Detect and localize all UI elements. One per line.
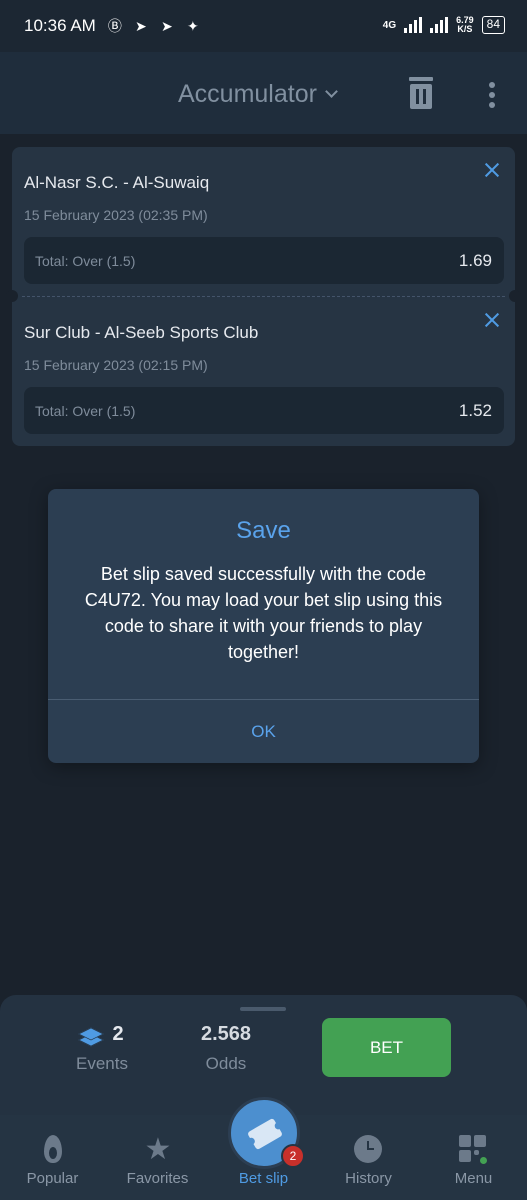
twitter-icon: ✦ [186,18,199,34]
speed-unit: K/S [457,24,473,34]
signal-icon [430,17,449,33]
layers-icon [78,1025,105,1046]
signal-icon [404,17,423,33]
notification-icons: Ⓑ ➤ ➤ ✦ [106,17,202,35]
market-name: Total: Over (1.5) [35,253,136,269]
events-summary: 2 Events [70,1023,134,1074]
bet-type-dropdown[interactable]: Accumulator [178,80,338,109]
dialog-message: Bet slip saved successfully with the cod… [84,564,443,662]
bet-date: 15 February 2023 (02:35 PM) [24,207,208,223]
battery-icon: 84 [481,16,505,34]
drag-handle[interactable] [240,1007,286,1011]
status-right: 4G 6.79 K/S 84 [383,16,505,34]
nav-label[interactable]: Bet slip [211,1170,316,1187]
grid-icon [459,1135,489,1165]
telegram-icon: ➤ [134,18,147,34]
odds-summary: 2.568 Odds [186,1023,266,1074]
ok-button[interactable]: OK [48,700,479,763]
save-dialog: Save Bet slip saved successfully with th… [48,489,479,763]
status-bar: 10:36 AM Ⓑ ➤ ➤ ✦ 4G 6.79 K/S 84 [0,0,527,52]
fire-icon [38,1135,68,1165]
bet-button[interactable]: BET [322,1018,451,1077]
ticket-icon [247,1117,283,1151]
bet-market: Total: Over (1.5) 1.69 [24,237,504,284]
nav-history[interactable]: History [316,1115,421,1200]
app-header: Accumulator [0,52,527,134]
nav-label: History [345,1170,392,1187]
dialog-title: Save [236,517,291,544]
network-type: 4G [382,19,397,31]
trash-icon[interactable] [409,77,433,109]
events-count: 2 [112,1023,124,1045]
bet-date: 15 February 2023 (02:15 PM) [24,357,208,373]
b-icon: Ⓑ [107,18,122,34]
bet-market: Total: Over (1.5) 1.52 [24,387,504,434]
close-icon[interactable] [484,162,500,178]
odds-label: Odds [205,1054,247,1073]
telegram-icon: ➤ [160,18,173,34]
header-title: Accumulator [178,80,317,108]
nav-favorites[interactable]: ★ Favorites [105,1115,210,1200]
market-odds: 1.52 [458,401,492,420]
more-options-icon[interactable] [488,82,496,108]
events-label: Events [76,1054,128,1073]
bet-teams: Sur Club - Al-Seeb Sports Club [24,323,259,342]
bet-item: Sur Club - Al-Seeb Sports Club 15 Februa… [12,297,515,447]
bet-slip-badge: 2 [281,1144,305,1168]
star-icon: ★ [144,1133,172,1166]
bet-teams: Al-Nasr S.C. - Al-Suwaiq [24,173,210,192]
total-odds: 2.568 [200,1023,252,1045]
clock-icon [354,1135,384,1165]
bet-item: Al-Nasr S.C. - Al-Suwaiq 15 February 202… [12,147,515,297]
market-name: Total: Over (1.5) [35,403,136,419]
nav-menu[interactable]: Menu [421,1115,526,1200]
close-icon[interactable] [484,312,500,328]
nav-label: Menu [454,1170,493,1187]
network-speed: 6.79 K/S [456,16,474,34]
nav-label: Favorites [126,1170,189,1187]
nav-popular[interactable]: Popular [0,1115,105,1200]
nav-label: Popular [26,1170,79,1187]
chevron-down-icon [325,85,338,98]
market-odds: 1.69 [458,251,492,270]
status-time: 10:36 AM [24,16,96,35]
bet-slip-card: Al-Nasr S.C. - Al-Suwaiq 15 February 202… [6,147,521,447]
